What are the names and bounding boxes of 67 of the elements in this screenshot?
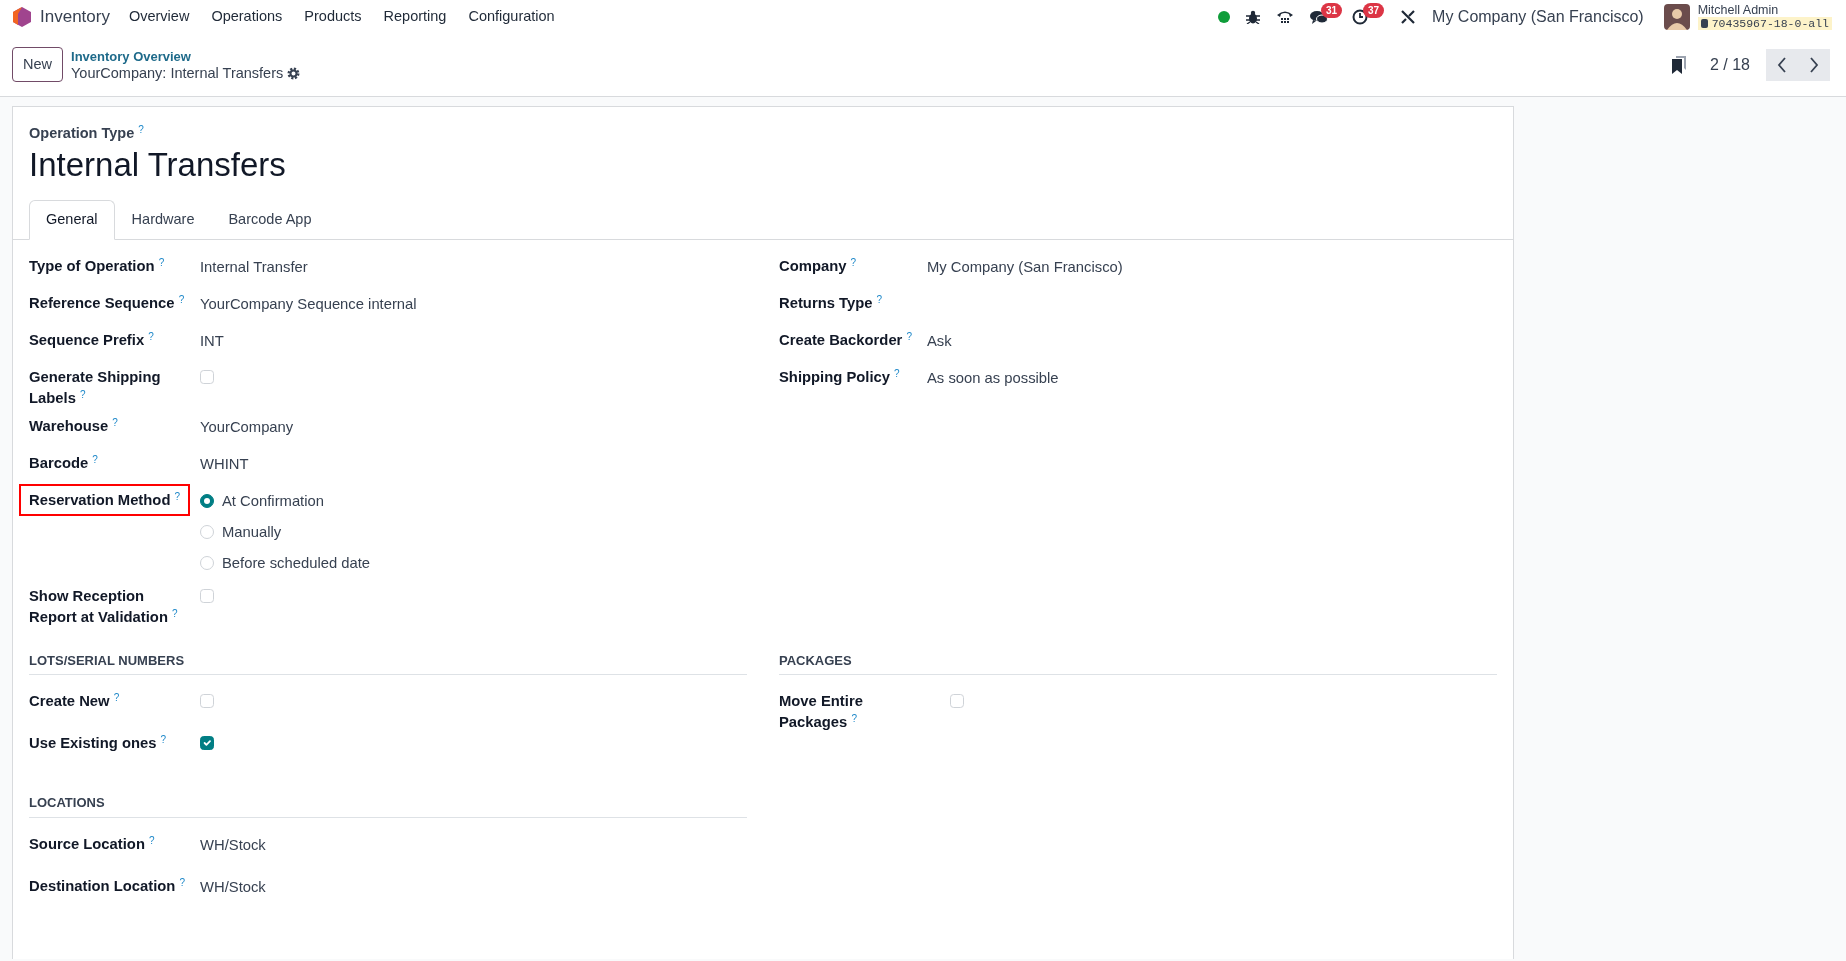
field-label: Create Backorder $^{?}$ [779, 332, 913, 349]
field-label: Shipping Policy $^{?}$ [779, 369, 900, 386]
tab[interactable]: Hardware [114, 200, 212, 241]
field-value: As soon as possible [927, 370, 1059, 387]
avatar-icon[interactable] [1663, 3, 1690, 30]
count-badge: 37 [1363, 2, 1385, 18]
app-name[interactable]: Inventory [40, 3, 110, 30]
gear-icon[interactable] [287, 66, 301, 80]
record-name: YourCompany: Internal Transfers [71, 64, 284, 82]
field-label: Reference Sequence $^{?}$ [28, 293, 186, 314]
option-label[interactable]: At Confirmation [222, 489, 324, 512]
field-label: Warehouse $^{?}$ [28, 415, 119, 436]
new-button[interactable]: New [12, 46, 63, 83]
field-label: Operation Type $^{?}$ [29, 123, 144, 143]
breadcrumb-link[interactable]: Inventory Overview [71, 47, 301, 65]
section-heading: LOTS/SERIAL NUMBERS [29, 650, 747, 676]
field-label: Source Location $^{?}$ [29, 835, 155, 852]
bug-icon[interactable] [1246, 9, 1261, 24]
menu-item[interactable]: Overview [117, 5, 201, 28]
field-label: Reservation Method $^{?}$ [19, 483, 191, 517]
field-label: Move Entire Packages $^{?}$ [779, 693, 863, 730]
section-heading: PACKAGES [779, 650, 1497, 676]
field-label: Destination Location $^{?}$ [29, 877, 185, 894]
radio-button[interactable] [200, 493, 214, 508]
field-value: WHINT [200, 455, 249, 472]
field-label: Create New $^{?}$ [29, 693, 120, 710]
field-value: WH/Stock [200, 878, 266, 895]
menu-item[interactable]: Configuration [457, 5, 566, 28]
field-label: Type of Operation $^{?}$ [28, 256, 166, 277]
menu-item[interactable]: Products [293, 5, 373, 28]
field-value: YourCompany Sequence internal [200, 296, 417, 313]
database-icon [1700, 18, 1708, 28]
app-logo-icon[interactable] [12, 5, 32, 28]
user-name[interactable]: Mitchell Admin [1697, 3, 1832, 17]
bookmark-icon[interactable] [1671, 55, 1686, 74]
section-heading: LOCATIONS [29, 793, 747, 818]
menu-item[interactable]: Reporting [372, 5, 458, 28]
field-label: Use Existing ones $^{?}$ [29, 735, 167, 752]
record-title: Internal Transfers [29, 144, 287, 185]
previous-button[interactable] [1766, 48, 1798, 81]
checkbox[interactable] [200, 736, 214, 751]
clock-icon[interactable] [1352, 8, 1369, 25]
tab[interactable]: General [29, 200, 115, 241]
tools-icon[interactable] [1400, 8, 1417, 25]
field-label: Returns Type $^{?}$ [779, 295, 883, 312]
pager-value[interactable]: 2 / 18 [1709, 52, 1750, 77]
option-label[interactable]: Before scheduled date [222, 551, 371, 575]
field-value: YourCompany [200, 418, 294, 435]
field-label: Show Reception Report at Validation $^{?}$ [28, 587, 179, 627]
field-label: Sequence Prefix $^{?}$ [28, 330, 155, 351]
option-label[interactable]: Manually [222, 520, 282, 543]
field-value: Internal Transfer [200, 259, 308, 276]
chevron-left-icon [1777, 56, 1787, 73]
field-value: My Company (San Francisco) [927, 259, 1123, 276]
field-value: Ask [927, 333, 952, 350]
field-label: Generate Shipping Labels $^{?}$ [28, 368, 162, 408]
count-badge: 31 [1321, 2, 1343, 18]
menu-item[interactable]: Operations [200, 5, 294, 28]
database-name: 70435967-18-0-all [1711, 16, 1829, 30]
tab[interactable]: Barcode App [211, 200, 329, 241]
next-button[interactable] [1798, 48, 1830, 81]
field-value: WH/Stock [200, 836, 266, 853]
company-switcher[interactable]: My Company (San Francisco) [1432, 4, 1644, 29]
field-value: INT [200, 333, 224, 350]
chevron-right-icon [1809, 56, 1819, 73]
field-label: Company $^{?}$ [779, 258, 857, 275]
field-label: Barcode $^{?}$ [28, 452, 99, 473]
